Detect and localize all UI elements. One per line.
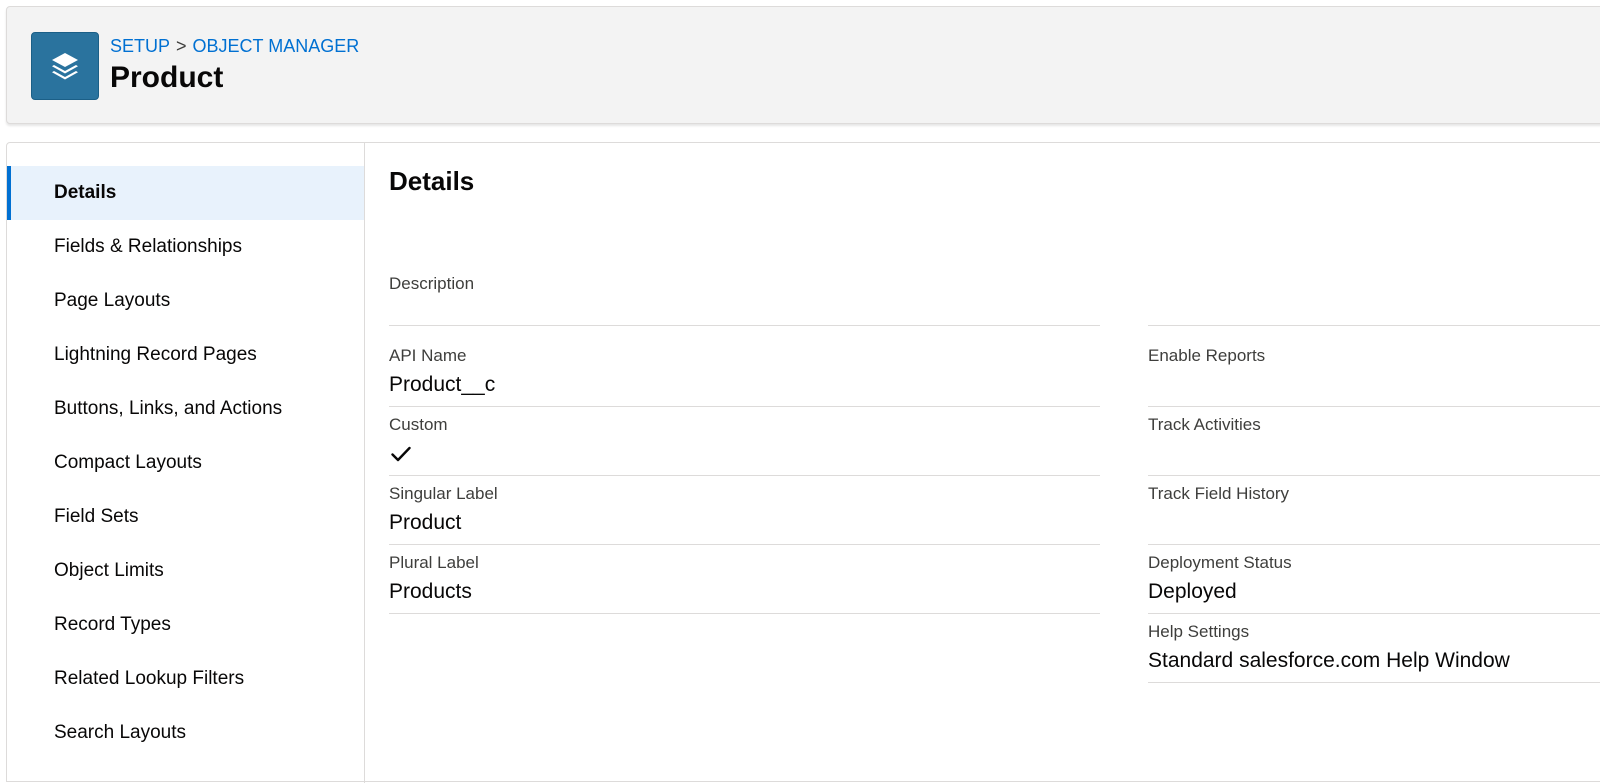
field-value: Standard salesforce.com Help Window: [1148, 649, 1510, 672]
breadcrumb-object-manager-link[interactable]: OBJECT MANAGER: [193, 36, 360, 56]
field-enable-reports: Enable Reports: [1148, 346, 1600, 407]
sidebar-item-lightning-record-pages[interactable]: Lightning Record Pages: [7, 328, 364, 382]
field-label: Deployment Status: [1148, 553, 1292, 572]
breadcrumb: SETUP > OBJECT MANAGER: [110, 36, 359, 57]
field-singular-label: Singular Label Product: [389, 484, 1100, 545]
sidebar-item-buttons-links-actions[interactable]: Buttons, Links, and Actions: [7, 382, 364, 436]
field-api-name: API Name Product__c: [389, 346, 1100, 407]
field-value: Products: [389, 580, 472, 603]
field-label: Enable Reports: [1148, 346, 1266, 365]
sidebar-item-related-lookup-filters[interactable]: Related Lookup Filters: [7, 652, 364, 706]
details-title: Details: [389, 166, 475, 196]
field-value: Product__c: [389, 373, 496, 396]
field-description: Description: [389, 274, 1100, 326]
field-deployment-status: Deployment Status Deployed: [1148, 553, 1600, 614]
stacked-layers-icon: [31, 32, 99, 100]
sidebar-item-field-sets[interactable]: Field Sets: [7, 490, 364, 544]
field-custom: Custom: [389, 415, 1100, 476]
sidebar-item-page-layouts[interactable]: Page Layouts: [7, 274, 364, 328]
field-help-settings: Help Settings Standard salesforce.com He…: [1148, 622, 1600, 683]
field-track-field-history: Track Field History: [1148, 484, 1600, 545]
sidebar-item-search-layouts[interactable]: Search Layouts: [7, 706, 364, 760]
field-label: Custom: [389, 415, 448, 434]
breadcrumb-separator: >: [176, 36, 187, 56]
field-label: Track Activities: [1148, 415, 1261, 434]
field-label: API Name: [389, 346, 467, 365]
sidebar-item-details[interactable]: Details: [7, 166, 364, 220]
field-label: Singular Label: [389, 484, 498, 503]
sidebar-item-fields-relationships[interactable]: Fields & Relationships: [7, 220, 364, 274]
page-title: Product: [110, 61, 224, 94]
field-label: Plural Label: [389, 553, 479, 572]
field-label: Track Field History: [1148, 484, 1290, 503]
field-track-activities: Track Activities: [1148, 415, 1600, 476]
field-value: Product: [389, 511, 462, 534]
sidebar-item-object-limits[interactable]: Object Limits: [7, 544, 364, 598]
field-value: Deployed: [1148, 580, 1237, 603]
field-label: Description: [389, 274, 475, 293]
sidebar-item-compact-layouts[interactable]: Compact Layouts: [7, 436, 364, 490]
sidebar-nav: Details Fields & Relationships Page Layo…: [7, 143, 365, 783]
checkmark-icon: [391, 446, 411, 462]
breadcrumb-setup-link[interactable]: SETUP: [110, 36, 170, 56]
field-plural-label: Plural Label Products: [389, 553, 1100, 614]
page-header: SETUP > OBJECT MANAGER Product: [6, 6, 1600, 124]
right-column-divider: [1148, 325, 1600, 326]
sidebar-item-record-types[interactable]: Record Types: [7, 598, 364, 652]
field-label: Help Settings: [1148, 622, 1250, 641]
